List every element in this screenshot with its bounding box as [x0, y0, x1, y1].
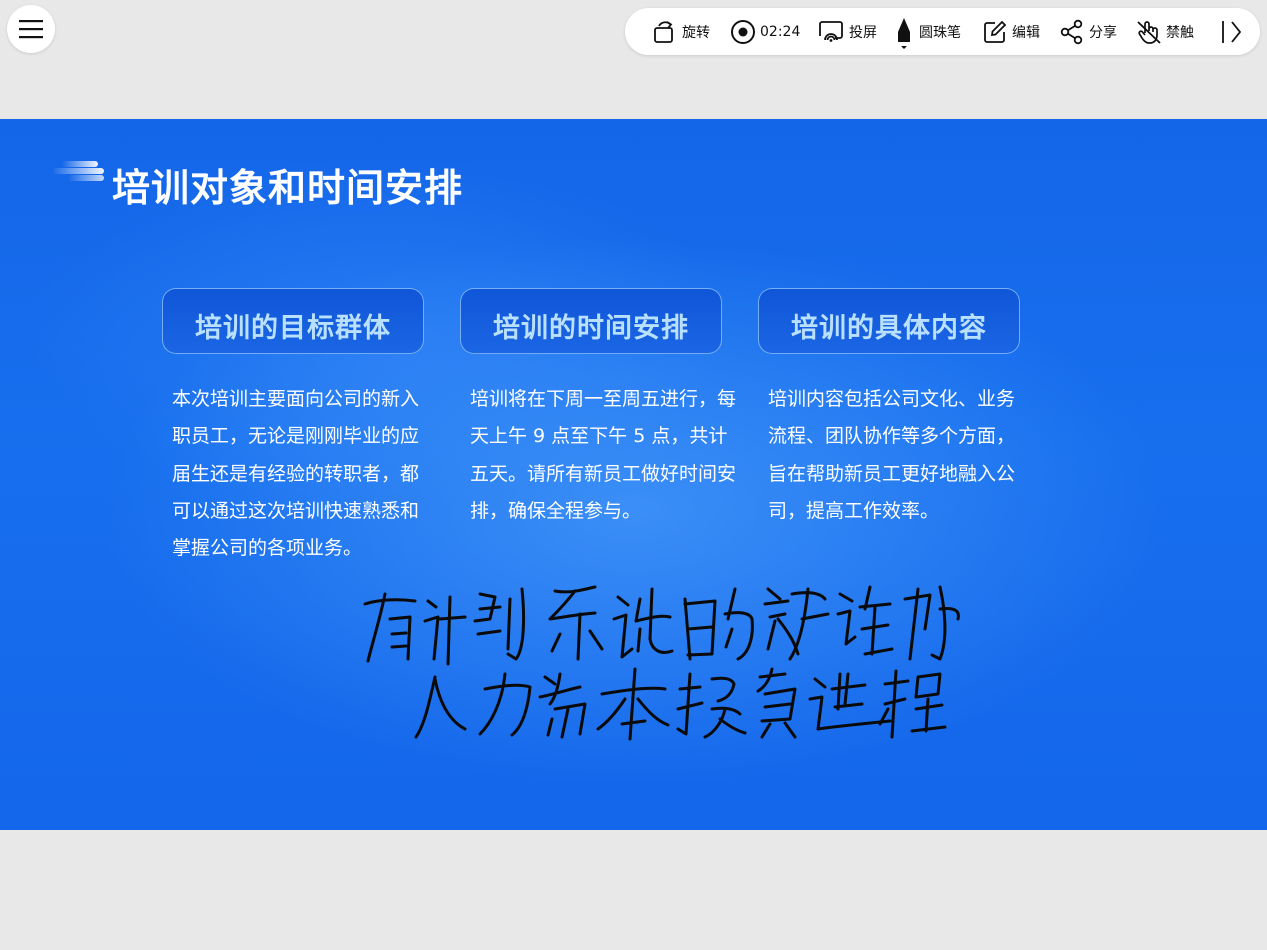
edit-icon — [984, 20, 1007, 43]
cast-icon — [819, 20, 843, 42]
top-toolbar: 旋转 02:24 投屏 圆珠笔 编辑 分享 禁触 — [625, 8, 1260, 55]
collapse-icon — [1222, 20, 1242, 43]
card-heading-text: 培训的目标群体 — [195, 313, 391, 344]
rotate-icon — [654, 20, 673, 43]
presentation-viewer: 旋转 02:24 投屏 圆珠笔 编辑 分享 禁触 培训对象和时间安排 培训的目标… — [0, 0, 1267, 950]
card-body-content: 培训内容包括公司文化、业务流程、团队协作等多个方面，旨在帮助新员工更好地融入公司… — [768, 388, 1016, 522]
share-label: 分享 — [1089, 24, 1117, 41]
handwritten-annotation — [363, 585, 960, 741]
card-heading-target-group: 培训的目标群体 — [162, 288, 424, 354]
card-heading-schedule: 培训的时间安排 — [460, 288, 722, 354]
cast-label: 投屏 — [849, 24, 877, 41]
share-button[interactable]: 分享 — [1059, 8, 1117, 55]
collapse-toolbar-button[interactable] — [1219, 8, 1243, 55]
disable-touch-label: 禁触 — [1166, 24, 1194, 41]
pen-tool-button[interactable]: 圆珠笔 — [893, 8, 961, 55]
share-icon — [1060, 19, 1083, 44]
hamburger-icon — [19, 20, 43, 39]
card-body-schedule: 培训将在下周一至周五进行，每天上午 9 点至下午 5 点，共计五天。请所有新员工… — [470, 388, 737, 522]
cast-button[interactable]: 投屏 — [817, 8, 877, 55]
title-decoration-icon — [52, 161, 104, 181]
card-body-target-group: 本次培训主要面向公司的新入职员工，无论是刚刚毕业的应届生还是有经验的转职者，都可… — [172, 388, 420, 560]
recording-timer[interactable]: 02:24 — [730, 8, 800, 55]
menu-button[interactable] — [7, 5, 55, 53]
pen-icon — [898, 17, 910, 49]
rotate-label: 旋转 — [682, 24, 710, 41]
no-touch-icon — [1137, 20, 1161, 44]
record-icon — [731, 19, 755, 44]
edit-label: 编辑 — [1012, 24, 1040, 41]
pen-label: 圆珠笔 — [919, 24, 961, 41]
card-heading-content: 培训的具体内容 — [758, 288, 1020, 354]
edit-button[interactable]: 编辑 — [982, 8, 1040, 55]
slide-canvas[interactable]: 培训对象和时间安排 培训的目标群体 本次培训主要面向公司的新入职员工，无论是刚刚… — [0, 119, 1267, 830]
slide-title: 培训对象和时间安排 — [112, 166, 464, 210]
disable-touch-button[interactable]: 禁触 — [1136, 8, 1194, 55]
card-heading-text: 培训的时间安排 — [493, 313, 689, 344]
card-heading-text: 培训的具体内容 — [791, 313, 987, 344]
timer-label: 02:24 — [760, 23, 801, 40]
rotate-button[interactable]: 旋转 — [652, 8, 710, 55]
